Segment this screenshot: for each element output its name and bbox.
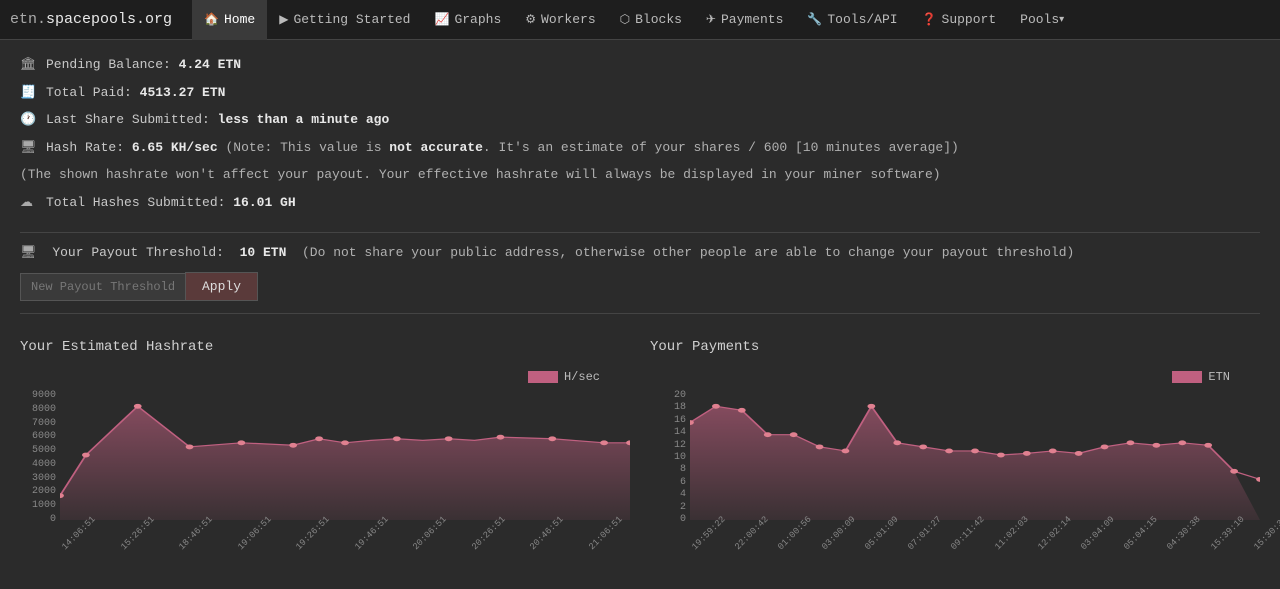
last-share-row: 🕐 Last Share Submitted: less than a minu… [20, 110, 1260, 130]
payout-section: 🖥 Your Payout Threshold: 10 ETN (Do not … [20, 232, 1260, 314]
payments-svg [690, 390, 1260, 520]
hashrate-chart-wrapper: H/sec 9000 8000 7000 6000 5000 4000 3000… [20, 370, 630, 555]
payout-form: Apply [20, 272, 1260, 301]
tools-icon: 🔧 [807, 12, 822, 27]
clock-icon: 🕐 [20, 110, 38, 130]
navbar: etn.spacepools.org 🏠 Home ▶ Getting Star… [0, 0, 1280, 40]
new-payout-threshold-input[interactable] [20, 273, 185, 301]
nav-support[interactable]: ❓ Support [910, 0, 1009, 40]
hashrate-y-axis: 9000 8000 7000 6000 5000 4000 3000 2000 … [20, 390, 60, 525]
payments-x-axis: 19:59:22 22:00:42 01:00:56 03:00:09 05:0… [690, 540, 1260, 555]
workers-icon: ⚙ [525, 12, 536, 27]
threshold-note: (Do not share your public address, other… [302, 245, 1074, 260]
home-icon: 🏠 [204, 12, 219, 27]
hashrate-icon: 🖥 [20, 138, 38, 158]
pending-value: 4.24 ETN [179, 55, 241, 75]
not-accurate-text: not accurate [389, 140, 483, 155]
nav-home-label: Home [224, 12, 255, 27]
payments-legend-label: ETN [1208, 370, 1230, 384]
pending-balance-row: 🏛 Pending Balance: 4.24 ETN [20, 55, 1260, 75]
total-paid-label: Total Paid: [46, 83, 132, 103]
hashrate-note: (Note: This value is not accurate. It's … [225, 138, 958, 158]
nav-tools[interactable]: 🔧 Tools/API [795, 0, 909, 40]
nav-payments-label: Payments [721, 12, 783, 27]
payments-chart-title: Your Payments [650, 339, 1260, 355]
hashrate-warning-row: (The shown hashrate won't affect your pa… [20, 165, 1260, 185]
total-hashes-label: Total Hashes Submitted: [46, 193, 225, 213]
support-icon: ❓ [922, 12, 937, 27]
nav-payments[interactable]: ✈ Payments [694, 0, 795, 40]
hashrate-legend-label: H/sec [564, 370, 600, 384]
hashrate-label: Hash Rate: [46, 138, 124, 158]
hashrate-chart-container: Your Estimated Hashrate H/sec 9000 8000 … [20, 339, 630, 555]
payout-info: 🖥 Your Payout Threshold: 10 ETN (Do not … [20, 245, 1260, 260]
payments-chart-wrapper: ETN 20 18 16 14 12 10 8 6 4 2 0 [650, 370, 1260, 555]
bank-icon: 🏛 [20, 55, 38, 75]
brand-logo[interactable]: etn.spacepools.org [10, 11, 172, 28]
apply-button[interactable]: Apply [185, 272, 258, 301]
total-paid-value: 4513.27 ETN [140, 83, 226, 103]
nav-workers[interactable]: ⚙ Workers [513, 0, 607, 40]
last-share-value: less than a minute ago [218, 110, 390, 130]
payments-legend: ETN [1172, 370, 1230, 384]
total-hashes-row: ☁ Total Hashes Submitted: 16.01 GH [20, 193, 1260, 213]
cloud-icon: ☁ [20, 193, 38, 213]
payments-legend-color [1172, 371, 1202, 383]
nav-graphs[interactable]: 📈 Graphs [422, 0, 513, 40]
payments-y-axis: 20 18 16 14 12 10 8 6 4 2 0 [650, 390, 690, 525]
graphs-icon: 📈 [434, 12, 449, 27]
payments-chart-container: Your Payments ETN 20 18 16 14 12 10 8 6 … [650, 339, 1260, 555]
nav-graphs-label: Graphs [454, 12, 501, 27]
nav-support-label: Support [942, 12, 997, 27]
hashrate-svg [60, 390, 630, 520]
hashrate-legend: H/sec [528, 370, 600, 384]
receipt-icon: 🧾 [20, 83, 38, 103]
hashrate-row: 🖥 Hash Rate: 6.65 KH/sec (Note: This val… [20, 138, 1260, 158]
brand-prefix: etn. [10, 11, 46, 28]
nav-getting-started[interactable]: ▶ Getting Started [267, 0, 422, 40]
nav-blocks-label: Blocks [635, 12, 682, 27]
blocks-icon: ⬡ [620, 12, 630, 27]
payments-icon: ✈ [706, 12, 716, 27]
hashrate-legend-color [528, 371, 558, 383]
threshold-value: 10 ETN [240, 245, 287, 260]
nav-workers-label: Workers [541, 12, 596, 27]
nav-home[interactable]: 🏠 Home [192, 0, 267, 40]
charts-section: Your Estimated Hashrate H/sec 9000 8000 … [20, 339, 1260, 555]
last-share-label: Last Share Submitted: [46, 110, 210, 130]
payout-icon: 🖥 [20, 245, 37, 260]
pending-label: Pending Balance: [46, 55, 171, 75]
brand-domain: spacepools.org [46, 11, 172, 28]
hashrate-value: 6.65 KH/sec [132, 138, 218, 158]
getting-started-icon: ▶ [279, 12, 288, 27]
nav-getting-started-label: Getting Started [293, 12, 410, 27]
hashrate-warning: (The shown hashrate won't affect your pa… [20, 165, 941, 185]
nav-pools-label: Pools [1020, 12, 1059, 27]
hashrate-x-axis: 14:06:51 15:26:51 18:46:51 19:06:51 19:2… [60, 540, 630, 555]
threshold-label: Your Payout Threshold: [52, 245, 224, 260]
main-content: 🏛 Pending Balance: 4.24 ETN 🧾 Total Paid… [0, 40, 1280, 570]
total-paid-row: 🧾 Total Paid: 4513.27 ETN [20, 83, 1260, 103]
total-hashes-value: 16.01 GH [233, 193, 295, 213]
nav-pools[interactable]: Pools [1008, 0, 1076, 40]
nav-tools-label: Tools/API [827, 12, 897, 27]
hashrate-chart-title: Your Estimated Hashrate [20, 339, 630, 355]
nav-blocks[interactable]: ⬡ Blocks [608, 0, 694, 40]
